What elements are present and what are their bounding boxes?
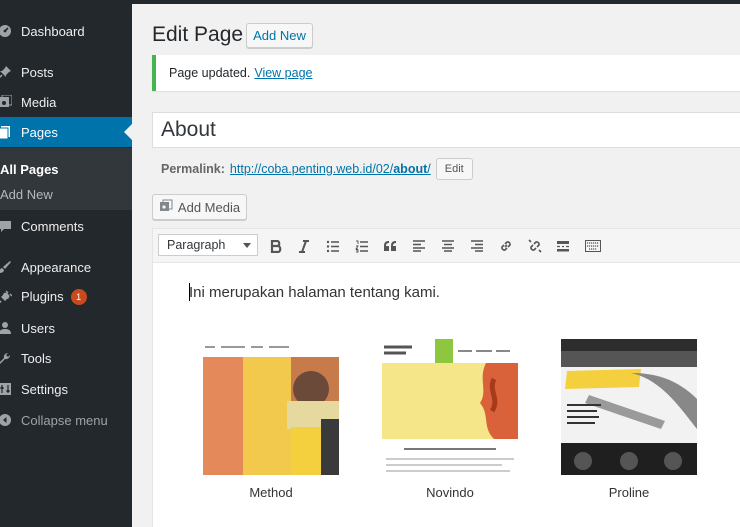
- gallery-caption: Proline: [608, 485, 650, 500]
- italic-icon[interactable]: [294, 236, 314, 256]
- gallery-item-method[interactable]: Method: [203, 339, 339, 500]
- edit-permalink-button[interactable]: Edit: [435, 158, 473, 180]
- read-more-icon[interactable]: [553, 236, 573, 256]
- align-left-icon[interactable]: [409, 236, 429, 256]
- pin-icon: [0, 64, 13, 80]
- sidebar-item-media[interactable]: Media: [0, 87, 132, 117]
- novindo-thumbnail: [382, 339, 518, 475]
- page-title: Edit Page: [152, 23, 244, 46]
- sidebar-item-label: Tools: [21, 350, 52, 366]
- sidebar-item-posts[interactable]: Posts: [0, 57, 132, 87]
- sidebar-item-label: Posts: [21, 64, 54, 80]
- sidebar-item-label: Users: [21, 320, 55, 336]
- permalink-end: /: [427, 162, 431, 176]
- add-media-button[interactable]: Add Media: [152, 194, 247, 220]
- method-thumbnail: [203, 339, 339, 475]
- main-content: Edit Page Add New Page updated. View pag…: [132, 4, 740, 527]
- user-icon: [0, 320, 13, 336]
- sidebar-item-comments[interactable]: Comments: [0, 211, 132, 241]
- view-page-link[interactable]: View page: [254, 66, 312, 80]
- proline-thumbnail: [561, 339, 697, 475]
- editor-toolbar: Paragraph: [152, 228, 740, 262]
- submenu-item-add-new[interactable]: Add New: [0, 187, 53, 202]
- sidebar-item-pages[interactable]: Pages: [0, 117, 132, 147]
- sidebar-item-label: Plugins 1: [21, 289, 87, 305]
- chevron-down-icon: [243, 243, 251, 248]
- gallery-item-proline[interactable]: Proline: [561, 339, 697, 500]
- add-media-icon: [159, 199, 173, 216]
- gallery-caption: Method: [249, 485, 293, 500]
- update-count-badge: 1: [70, 289, 87, 305]
- success-notice: Page updated. View page: [152, 55, 740, 91]
- submenu-item-all-pages[interactable]: All Pages: [0, 162, 59, 177]
- link-icon[interactable]: [496, 236, 516, 256]
- content-editor[interactable]: Ini merupakan halaman tentang kami. Meth…: [152, 262, 740, 527]
- brush-icon: [0, 259, 13, 275]
- numbered-list-icon[interactable]: [352, 236, 372, 256]
- permalink-link[interactable]: http://coba.penting.web.id/02/about/: [230, 162, 431, 176]
- add-new-button[interactable]: Add New: [246, 23, 313, 48]
- bold-icon[interactable]: [266, 236, 286, 256]
- format-select-value: Paragraph: [167, 238, 226, 252]
- pages-submenu: All Pages Add New: [0, 148, 132, 210]
- permalink-label: Permalink:: [161, 162, 225, 176]
- content-paragraph: Ini merupakan halaman tentang kami.: [189, 284, 440, 301]
- comment-icon: [0, 218, 13, 234]
- format-select[interactable]: Paragraph: [158, 234, 258, 256]
- dashboard-icon: [0, 23, 13, 39]
- sidebar-item-tools[interactable]: Tools: [0, 343, 132, 373]
- sidebar-item-label: Dashboard: [21, 23, 85, 39]
- gallery-item-novindo[interactable]: Novindo: [382, 339, 518, 500]
- unlink-icon[interactable]: [525, 236, 545, 256]
- sidebar-item-label: Media: [21, 94, 57, 110]
- align-center-icon[interactable]: [438, 236, 458, 256]
- toolbar-toggle-icon[interactable]: [583, 236, 603, 256]
- plugins-label: Plugins: [21, 289, 64, 304]
- sidebar-item-label: Pages: [21, 124, 58, 140]
- settings-icon: [0, 381, 13, 397]
- sidebar-item-label: Settings: [21, 381, 68, 397]
- sidebar-item-dashboard[interactable]: Dashboard: [0, 16, 132, 46]
- collapse-icon: [0, 412, 13, 428]
- sidebar-item-appearance[interactable]: Appearance: [0, 252, 132, 282]
- add-media-label: Add Media: [177, 199, 241, 215]
- admin-sidebar: Dashboard Posts Media Pages All Pages Ad…: [0, 4, 132, 527]
- media-icon: [0, 94, 13, 110]
- sidebar-item-users[interactable]: Users: [0, 313, 132, 343]
- notice-text: Page updated.: [169, 66, 251, 80]
- gallery-caption: Novindo: [426, 485, 474, 500]
- sidebar-item-label: Collapse menu: [21, 412, 108, 428]
- bullet-list-icon[interactable]: [323, 236, 343, 256]
- plug-icon: [0, 289, 13, 305]
- permalink-base: http://coba.penting.web.id/02/: [229, 162, 394, 176]
- sidebar-item-settings[interactable]: Settings: [0, 374, 132, 404]
- wrench-icon: [0, 350, 13, 366]
- permalink-slug: about: [393, 162, 428, 176]
- align-right-icon[interactable]: [467, 236, 487, 256]
- page-title-input[interactable]: About: [152, 112, 740, 148]
- permalink-row: Permalink: http://coba.penting.web.id/02…: [161, 158, 473, 180]
- collapse-menu-button[interactable]: Collapse menu: [0, 405, 132, 435]
- sidebar-item-plugins[interactable]: Plugins 1: [0, 282, 132, 312]
- sidebar-item-label: Appearance: [21, 259, 92, 275]
- page-icon: [0, 124, 13, 140]
- sidebar-item-label: Comments: [21, 218, 84, 234]
- blockquote-icon[interactable]: [380, 236, 400, 256]
